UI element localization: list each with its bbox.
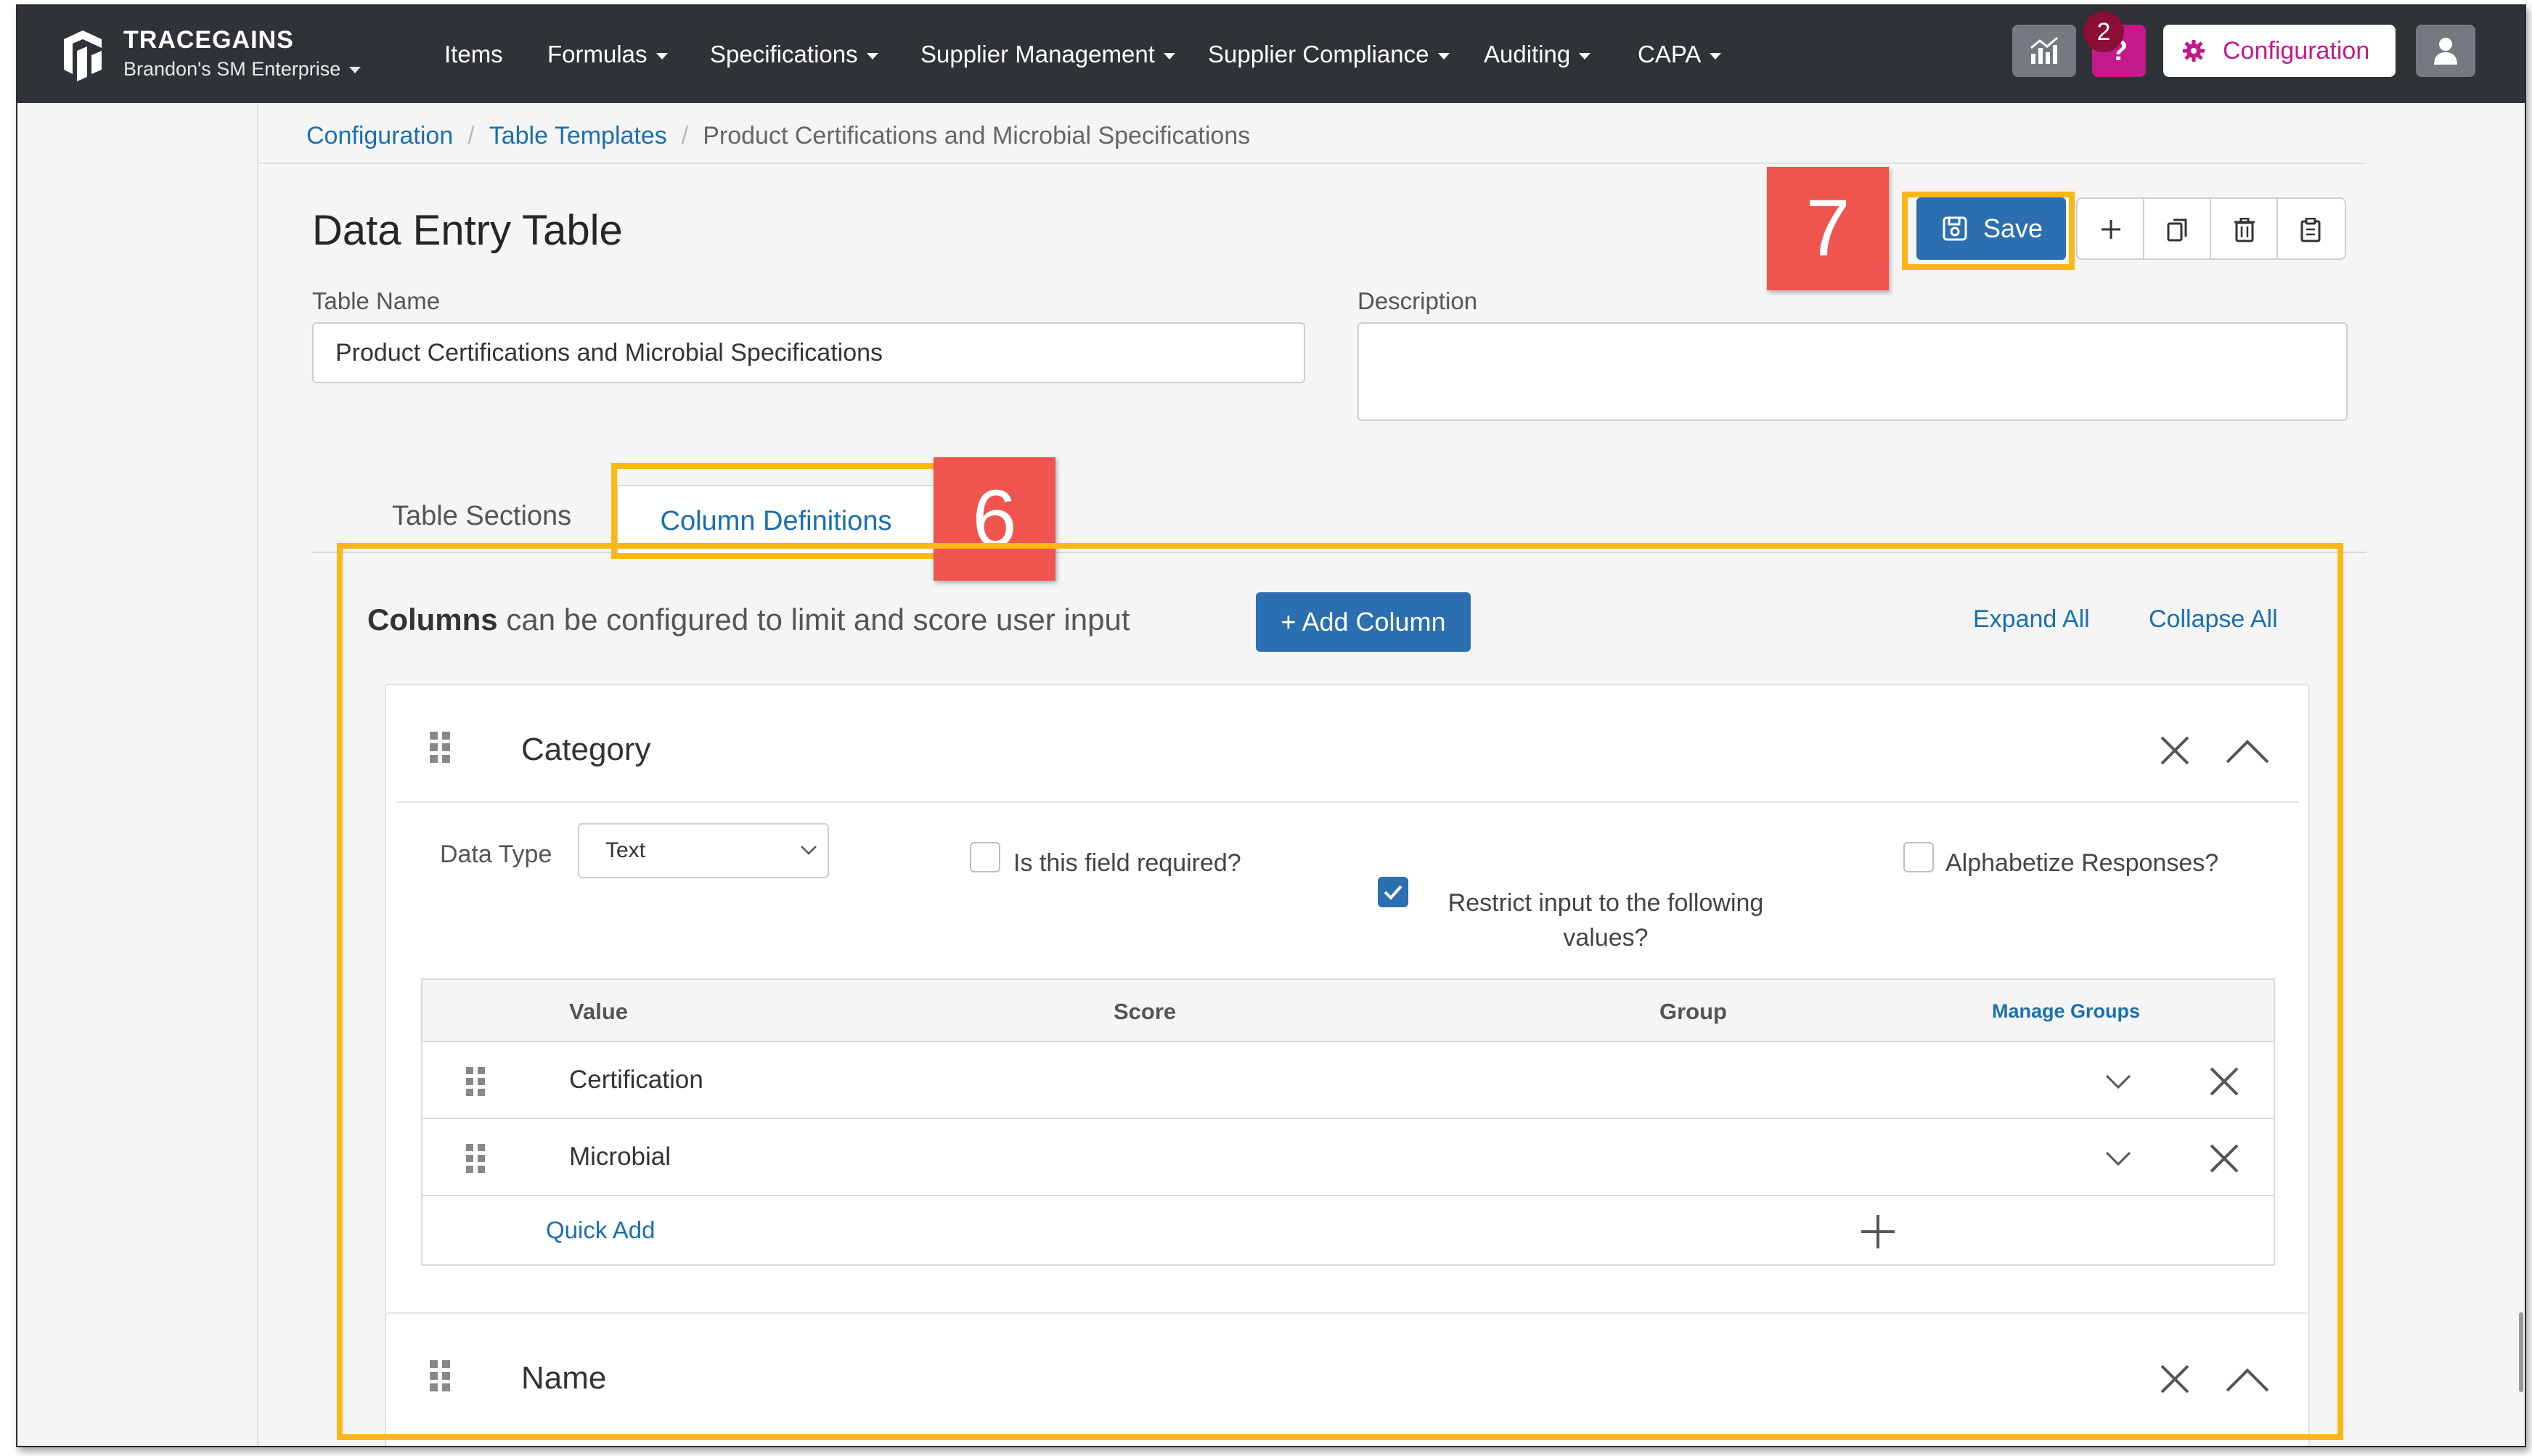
nav-supplier-management[interactable]: Supplier Management: [920, 41, 1175, 68]
add-button[interactable]: [2078, 199, 2144, 258]
chevron-down-icon: [1163, 52, 1175, 60]
breadcrumb-current: Product Certifications and Microbial Spe…: [703, 122, 1251, 150]
notification-badge: 2: [2083, 12, 2124, 52]
nav-formulas[interactable]: Formulas: [547, 41, 668, 68]
nav-auditing[interactable]: Auditing: [1484, 41, 1591, 68]
app-window: TRACEGAINS Brandon's SM Enterprise Items…: [16, 4, 2526, 1447]
description-textarea[interactable]: [1357, 322, 2348, 421]
copy-icon: [2167, 218, 2187, 242]
table-actions-toolbar: [2076, 197, 2346, 260]
nav-label: Formulas: [547, 41, 648, 68]
configuration-button[interactable]: Configuration: [2163, 25, 2396, 77]
breadcrumb-separator: /: [467, 122, 475, 150]
tracegains-logo-icon[interactable]: [54, 26, 112, 84]
nav-supplier-compliance[interactable]: Supplier Compliance: [1208, 41, 1450, 68]
tab-table-sections[interactable]: Table Sections: [392, 501, 571, 532]
step-callout-7: 7: [1767, 167, 1889, 290]
table-name-input[interactable]: [312, 322, 1305, 383]
nav-label: Items: [444, 41, 503, 68]
configuration-label: Configuration: [2223, 37, 2370, 65]
nav-capa[interactable]: CAPA: [1638, 41, 1722, 68]
trash-icon: [2234, 218, 2255, 242]
delete-button[interactable]: [2211, 199, 2278, 258]
user-menu-button[interactable]: [2416, 25, 2475, 77]
breadcrumb-divider: [258, 163, 2366, 164]
analytics-button[interactable]: [2012, 25, 2076, 77]
description-label: Description: [1357, 287, 1478, 314]
chevron-down-icon: [1579, 52, 1591, 60]
user-icon: [2434, 38, 2457, 65]
analytics-chart-icon: [2030, 36, 2058, 64]
nav-label: Supplier Management: [920, 41, 1155, 68]
nav-label: CAPA: [1638, 41, 1702, 68]
top-navbar: TRACEGAINS Brandon's SM Enterprise Items…: [17, 6, 2525, 103]
chevron-down-icon: [1710, 52, 1722, 60]
nav-label: Supplier Compliance: [1208, 41, 1429, 68]
chevron-down-icon: [866, 52, 878, 60]
chevron-down-icon: [349, 67, 362, 74]
breadcrumb-table-templates[interactable]: Table Templates: [489, 122, 667, 150]
chevron-down-icon: [1437, 52, 1450, 60]
tenant-name: Brandon's SM Enterprise: [123, 58, 341, 80]
columns-panel-highlight: [337, 543, 2343, 1440]
sidebar-divider: [257, 103, 258, 1446]
paste-button[interactable]: [2278, 199, 2345, 258]
page-title: Data Entry Table: [312, 207, 623, 254]
table-name-label: Table Name: [312, 287, 441, 314]
brand-name: TRACEGAINS: [123, 26, 294, 54]
clipboard-icon: [2300, 218, 2321, 242]
plus-icon: [2102, 220, 2120, 239]
scrollbar-thumb[interactable]: [2519, 1312, 2523, 1392]
chevron-down-icon: [656, 52, 668, 60]
nav-specifications[interactable]: Specifications: [710, 41, 878, 68]
gear-icon: [2183, 40, 2205, 62]
nav-items[interactable]: Items: [444, 41, 503, 68]
tenant-switcher[interactable]: Brandon's SM Enterprise: [123, 58, 362, 81]
save-highlight: [1902, 192, 2075, 270]
nav-label: Auditing: [1484, 41, 1571, 68]
copy-button[interactable]: [2144, 199, 2211, 258]
nav-label: Specifications: [710, 41, 858, 68]
breadcrumb-configuration[interactable]: Configuration: [306, 122, 453, 150]
breadcrumb-separator: /: [681, 122, 689, 150]
breadcrumb: Configuration / Table Templates / Product Ce…: [306, 122, 1250, 150]
